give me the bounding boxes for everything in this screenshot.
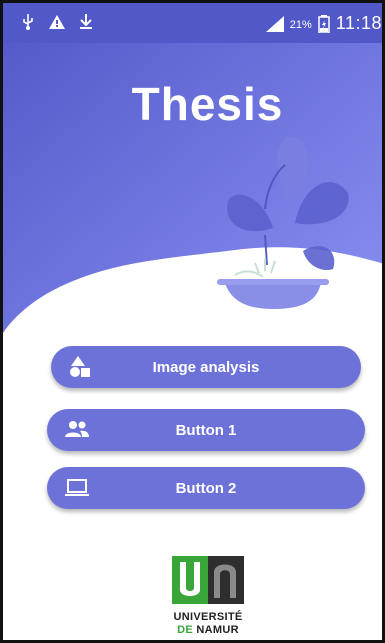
unamur-logo-mark-icon [172, 556, 244, 604]
battery-icon [318, 14, 330, 33]
button-2-label: Button 2 [175, 479, 237, 497]
page-title: Thesis [131, 78, 284, 130]
logo-text-line1: UNIVERSITÉ [173, 611, 243, 623]
university-logo: UNIVERSITÉ DE NAMUR [166, 552, 250, 640]
battery-percent: 21% [289, 18, 312, 31]
download-icon [80, 14, 92, 29]
hero-banner [3, 3, 382, 343]
app-screen: 21% 11:18 Thesis Image analysis Button 1 [0, 0, 385, 643]
warning-icon [49, 15, 65, 29]
logo-text-line2: DE NAMUR [177, 624, 239, 636]
button-1[interactable]: Button 1 [47, 409, 365, 451]
button-1-label: Button 1 [175, 421, 237, 439]
usb-icon [23, 14, 33, 30]
hero-background [3, 3, 382, 333]
status-time: 11:18 [335, 13, 382, 33]
status-bar: 21% 11:18 [3, 3, 382, 43]
signal-icon [265, 15, 284, 32]
image-analysis-label: Image analysis [152, 358, 260, 376]
image-analysis-button[interactable]: Image analysis [51, 346, 361, 388]
button-2[interactable]: Button 2 [47, 467, 365, 509]
